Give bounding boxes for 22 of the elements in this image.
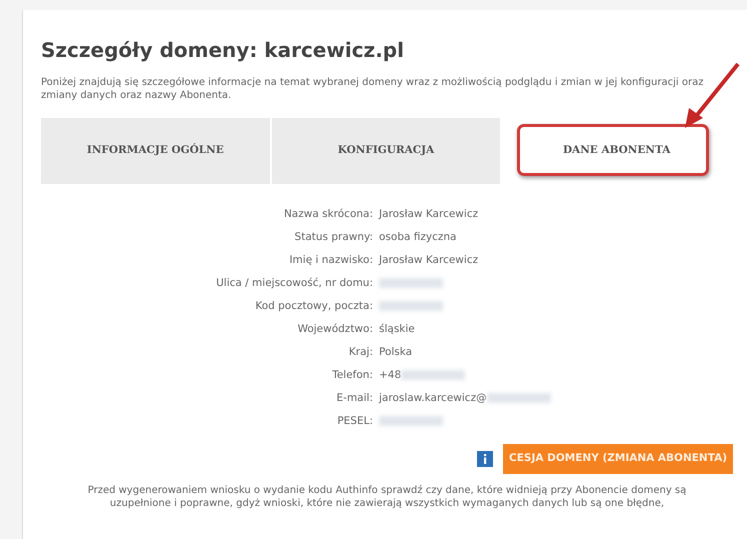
field-value: osoba fizyczna bbox=[379, 230, 456, 245]
field-label: Imię i nazwisko: bbox=[288, 253, 373, 268]
field-value: Polska bbox=[379, 345, 412, 360]
field-label: Kod pocztowy, poczta: bbox=[254, 299, 373, 314]
field-value: śląskie bbox=[379, 322, 415, 337]
field-label: Status prawny: bbox=[294, 230, 373, 245]
field-label: Województwo: bbox=[296, 322, 373, 337]
field-label: Ulica / miejscowość, nr domu: bbox=[215, 276, 373, 291]
field-value: Jarosław Karcewicz bbox=[379, 207, 478, 222]
notice-text: Przed wygenerowaniem wniosku o wydanie kodu Authinfo sprawdź czy dane, które widnieją przy Abonencie domeny są uzupełnione i poprawne, gdyż wnioski, które nie zawierają wszystkich wymaganych danych lub są one błędne, bbox=[86, 484, 688, 510]
field-label: E-mail: bbox=[336, 391, 373, 406]
field-label: Telefon: bbox=[331, 368, 373, 383]
tab[interactable]: INFORMACJE OGÓLNE bbox=[41, 118, 272, 184]
tab[interactable]: KONFIGURACJA bbox=[272, 118, 502, 184]
field-value: +48 bbox=[379, 368, 402, 383]
field-label: Nazwa skrócona: bbox=[282, 207, 373, 222]
field-label: PESEL: bbox=[336, 414, 373, 429]
field-value: Jarosław Karcewicz bbox=[379, 253, 478, 268]
field-value: jaroslaw.karcewicz@ bbox=[379, 391, 487, 406]
field-label: Kraj: bbox=[348, 345, 373, 360]
page-title: Szczegóły domeny: karcewicz.pl bbox=[41, 37, 405, 62]
description: Poniżej znajdują się szczegółowe informacje na temat wybranej domeny wraz z możliwością podglądu i zmian w jej konfiguracji oraz zmiany danych oraz nazwy Abonenta. bbox=[41, 76, 704, 102]
